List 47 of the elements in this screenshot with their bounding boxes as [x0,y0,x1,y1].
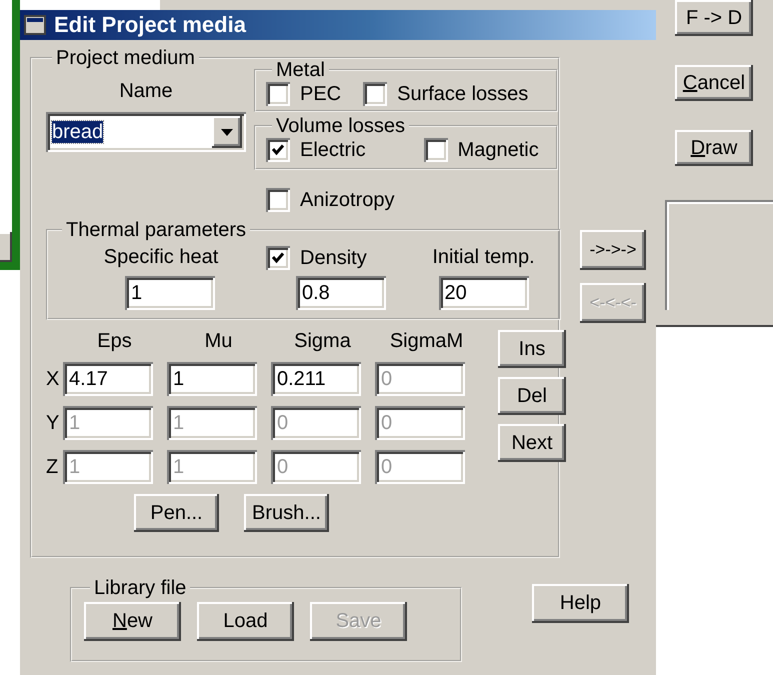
row-label: Y [46,412,60,434]
transfer-button[interactable]: ->->-> [580,230,646,270]
input-field[interactable]: 0.211 [271,362,361,396]
dropdown-button[interactable] [212,116,242,148]
dialog-button[interactable]: Cancel [675,65,753,101]
group-title: Thermal parameters [65,220,248,240]
dialog-button[interactable]: F -> D [675,0,753,36]
checkbox[interactable]: PEC [266,82,342,106]
group-title: Volume losses [275,116,406,136]
dialog-button[interactable]: New [84,602,181,641]
window-title: Edit Project media [54,12,246,38]
caret-icon [221,128,233,136]
column-header: SigmaM [390,330,464,352]
button-edge [0,232,12,262]
help-button[interactable]: Help [532,584,629,623]
check-icon [271,143,285,157]
dialog-button[interactable]: Next [498,424,566,462]
row-label: X [46,368,60,390]
name-label: Name [119,80,173,102]
dialog-button[interactable]: Ins [498,330,566,368]
dialog-button[interactable]: Pen... [134,494,219,532]
dialog-button[interactable]: Del [498,377,566,415]
specific-heat-label: Specific heat [104,246,218,270]
input-field[interactable]: 1 [167,362,257,396]
input-field[interactable]: 20 [438,276,528,310]
input-field[interactable]: 1 [125,276,215,310]
input-field[interactable]: 0.8 [296,276,386,310]
checkbox[interactable]: Magnetic [424,138,539,162]
row-label: Z [46,456,60,478]
name-combo[interactable]: bread [46,112,246,152]
checkbox[interactable]: Anizotropy [266,188,394,212]
group-title: Metal [275,60,326,80]
group-title: Project medium [55,48,196,68]
dialog-button[interactable]: Draw [675,130,753,166]
column-header: Sigma [294,330,351,352]
check-icon [271,251,285,265]
dialog-button[interactable]: Load [197,602,294,641]
column-header: Mu [204,330,232,352]
window-icon [24,15,46,35]
initial-temp-label: Initial temp. [432,246,535,270]
dialog-button[interactable]: Brush... [244,494,329,532]
checkbox[interactable]: Electric [266,138,366,162]
input-field[interactable]: 4.17 [63,362,153,396]
group-title: Library file [93,578,188,598]
checkbox[interactable]: Surface losses [363,82,528,106]
column-header: Eps [97,330,132,352]
checkbox[interactable]: Density [266,246,367,270]
